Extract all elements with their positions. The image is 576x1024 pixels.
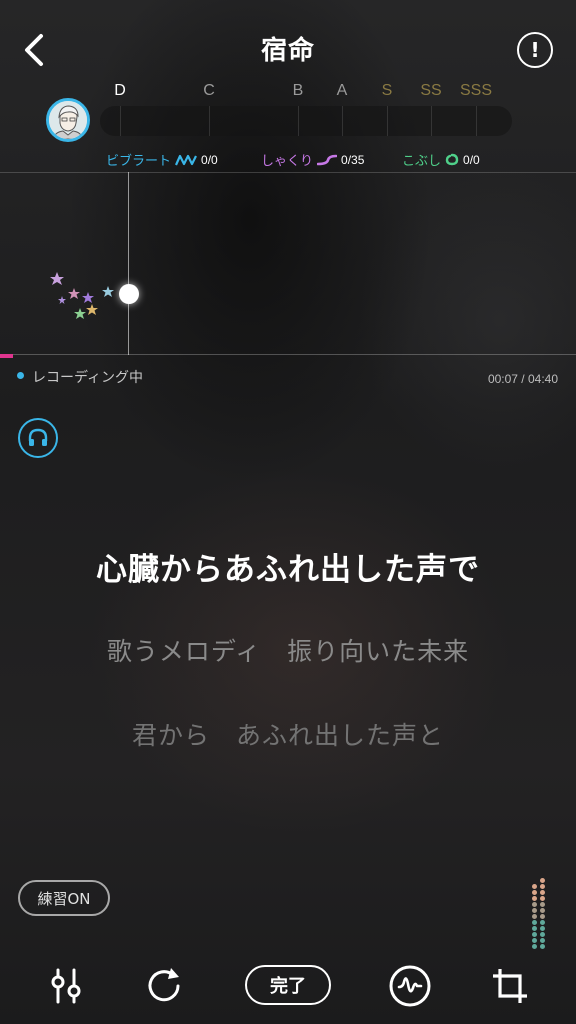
recording-label: レコーディング中: [32, 370, 144, 386]
rank-label-c: C: [203, 82, 215, 99]
rank-label-d: D: [114, 82, 126, 99]
rank-tick: [209, 106, 210, 136]
pitch-indicator: [119, 284, 139, 304]
crop-button[interactable]: [486, 962, 534, 1010]
rank-tick: [298, 106, 299, 136]
meter-dot: [532, 890, 537, 895]
kobushi-label: こぶし: [402, 154, 442, 169]
done-button[interactable]: 完了: [245, 965, 331, 1005]
song-title: 宿命: [260, 36, 315, 66]
exclamation-icon: !: [530, 38, 540, 62]
vibrato-icon: [175, 154, 197, 165]
shakuri-icon: [317, 154, 338, 165]
meter-dot: [540, 896, 545, 901]
kobushi-counter: こぶし 0/0: [402, 150, 480, 170]
meter-dot: [532, 878, 537, 883]
meter-dot: [540, 926, 545, 931]
chevron-left-icon: [25, 34, 43, 66]
rank-track: [100, 106, 512, 136]
kobushi-count: 0/0: [463, 152, 480, 167]
meter-dot: [532, 932, 537, 937]
rank-tick: [476, 106, 477, 136]
time-display: 00:07 / 04:40: [487, 372, 558, 386]
meter-dot: [532, 938, 537, 943]
meter-dot: [540, 920, 545, 925]
rank-label-b: B: [292, 82, 304, 99]
meter-dot: [532, 926, 537, 931]
vibrato-label: ビブラート: [106, 154, 172, 169]
practice-toggle[interactable]: 練習ON: [18, 880, 110, 916]
rank-label-s: S: [381, 82, 393, 99]
meter-dot: [540, 932, 545, 937]
meter-dot: [540, 890, 545, 895]
mixer-button[interactable]: [42, 962, 90, 1010]
lyric-next-2: 君から あふれ出した声と: [131, 721, 444, 750]
sparkle-stars: [50, 272, 114, 319]
rank-label-a: A: [336, 82, 348, 99]
info-button[interactable]: !: [517, 32, 553, 68]
meter-dot: [540, 938, 545, 943]
meter-dot: [540, 902, 545, 907]
meter-dot: [540, 884, 545, 889]
sliders-icon: [51, 968, 81, 1004]
meter-dot: [540, 944, 545, 949]
lyric-next: 歌うメロディ 振り向いた未来: [106, 637, 470, 666]
playhead-line: [128, 172, 129, 355]
meter-dot: [540, 878, 545, 883]
lyric-current: 心臓からあふれ出した声で: [96, 552, 480, 588]
meter-dot: [532, 902, 537, 907]
pitch-button[interactable]: [386, 962, 434, 1010]
crop-icon: [493, 969, 527, 1003]
volume-meter: [532, 878, 548, 950]
back-button[interactable]: [14, 28, 54, 72]
headphones-icon: [28, 428, 48, 446]
song-progress: [0, 354, 13, 358]
rank-tick: [431, 106, 432, 136]
meter-dot: [532, 896, 537, 901]
restart-icon: [148, 968, 180, 1002]
headphone-button[interactable]: [18, 418, 58, 458]
rank-tick: [120, 106, 121, 136]
vibrato-counter: ビブラート 0/0: [106, 150, 218, 170]
waveform-icon: [389, 965, 431, 1007]
user-portrait-icon: [49, 101, 87, 139]
rank-tick: [387, 106, 388, 136]
meter-dot: [532, 914, 537, 919]
meter-dot: [532, 884, 537, 889]
avatar[interactable]: [46, 98, 90, 142]
rank-tick: [342, 106, 343, 136]
meter-dot: [532, 944, 537, 949]
kobushi-icon: [445, 153, 459, 166]
rank-label-sss: SSS: [459, 82, 493, 99]
shakuri-label: しゃくり: [261, 154, 314, 169]
shakuri-count: 0/35: [341, 152, 365, 167]
meter-dot: [540, 914, 545, 919]
meter-dot: [532, 908, 537, 913]
restart-button[interactable]: [140, 962, 188, 1010]
recording-dot: [17, 372, 24, 379]
vibrato-count: 0/0: [201, 152, 218, 167]
meter-dot: [540, 908, 545, 913]
rank-label-ss: SS: [420, 82, 442, 99]
shakuri-counter: しゃくり 0/35: [261, 150, 365, 170]
meter-dot: [532, 920, 537, 925]
